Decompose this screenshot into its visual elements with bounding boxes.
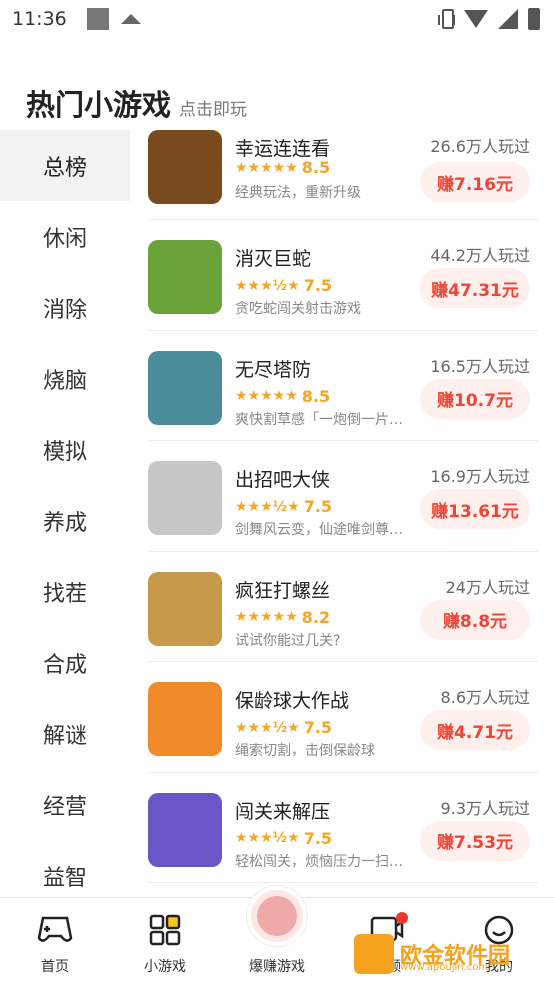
earn-button[interactable]: 赚4.71元 xyxy=(420,710,530,750)
star-icons: ★★★★★ xyxy=(235,159,298,176)
earn-button[interactable]: 赚8.8元 xyxy=(420,599,530,640)
sidebar-item-simulation[interactable]: 模拟 xyxy=(0,414,130,485)
game-thumbnail[interactable] xyxy=(148,571,222,646)
star-icons: ★★★½★ xyxy=(235,498,300,515)
game-rating: ★★★½★ 7.5 xyxy=(235,276,332,295)
star-icons: ★★★★★ xyxy=(235,609,298,625)
signal-icon xyxy=(498,9,518,29)
game-description: 绳索切割，击倒保龄球 xyxy=(235,743,375,759)
game-row[interactable]: 消灭巨蛇 ★★★½★ 7.5 贪吃蛇闯关射击游戏 44.2万人玩过 赚47.31元 xyxy=(148,220,538,331)
star-icons: ★★★½★ xyxy=(235,830,300,846)
tab-games-label: 小游戏 xyxy=(144,959,186,975)
star-icons: ★★★★★ xyxy=(235,388,298,404)
star-icons: ★★★½★ xyxy=(235,277,300,294)
game-thumbnail[interactable] xyxy=(148,461,222,535)
sidebar-item-puzzle[interactable]: 解谜 xyxy=(0,698,130,769)
game-row[interactable]: 出招吧大侠 ★★★½★ 7.5 剑舞风云变，仙途唯剑尊… 16.9万人玩过 赚13… xyxy=(148,441,538,552)
sidebar-item-raising[interactable]: 养成 xyxy=(0,485,130,556)
vibrate-icon xyxy=(438,9,455,29)
play-count: 8.6万人玩过 xyxy=(440,688,530,707)
rating-value: 7.5 xyxy=(303,276,333,295)
game-row[interactable]: 保龄球大作战 ★★★½★ 7.5 绳索切割，击倒保龄球 8.6万人玩过 赚4.71… xyxy=(148,662,538,773)
page-header: 热门小游戏 点击即玩 xyxy=(26,82,247,124)
game-rating: ★★★★★ 8.5 xyxy=(235,158,330,177)
sidebar-item-match[interactable]: 消除 xyxy=(0,272,130,343)
rating-value: 7.5 xyxy=(303,828,333,848)
play-count: 24万人玩过 xyxy=(445,577,530,597)
grid-icon xyxy=(149,914,181,946)
game-row[interactable]: 闯关来解压 ★★★½★ 7.5 轻松闯关，烦恼压力一扫… 9.3万人玩过 赚7.5… xyxy=(148,773,538,883)
earn-button[interactable]: 赚10.7元 xyxy=(420,378,530,419)
sidebar-item-casual[interactable]: 休闲 xyxy=(0,201,130,272)
tab-hot-label: 爆赚游戏 xyxy=(249,959,305,975)
game-row[interactable]: 幸运连连看 ★★★★★ 8.5 经典玩法，重新升级 26.6万人玩过 赚7.16元 xyxy=(148,130,538,220)
earn-button[interactable]: 赚13.61元 xyxy=(420,489,530,529)
page-subtitle: 点击即玩 xyxy=(179,100,248,120)
tab-home[interactable]: 首页 xyxy=(0,898,110,984)
game-thumbnail[interactable] xyxy=(148,792,222,867)
category-sidebar: 总榜 休闲 消除 烧脑 模拟 养成 找茬 合成 解谜 经营 益智 xyxy=(0,130,130,911)
play-count: 16.9万人玩过 xyxy=(430,467,530,486)
earn-button[interactable]: 赚47.31元 xyxy=(420,268,530,308)
rating-value: 8.2 xyxy=(301,607,331,627)
rating-value: 7.5 xyxy=(303,497,333,516)
battery-icon xyxy=(528,8,540,30)
play-count: 44.2万人玩过 xyxy=(430,246,530,265)
game-description: 轻松闯关，烦恼压力一扫… xyxy=(235,853,403,870)
game-name: 无尽塔防 xyxy=(235,358,312,381)
game-name: 疯狂打螺丝 xyxy=(235,579,331,602)
game-description: 爽快割草感「一炮倒一片… xyxy=(235,411,403,428)
game-rating: ★★★★★ 8.2 xyxy=(235,608,330,627)
game-description: 剑舞风云变，仙途唯剑尊… xyxy=(235,522,403,538)
game-thumbnail[interactable] xyxy=(148,350,222,425)
earn-button[interactable]: 赚7.16元 xyxy=(420,162,530,202)
game-list: 幸运连连看 ★★★★★ 8.5 经典玩法，重新升级 26.6万人玩过 赚7.16元… xyxy=(148,130,538,896)
tab-home-label: 首页 xyxy=(41,959,69,975)
rating-value: 8.5 xyxy=(301,158,331,177)
play-count: 26.6万人玩过 xyxy=(430,137,530,156)
tab-games[interactable]: 小游戏 xyxy=(110,898,220,984)
game-rating: ★★★½★ 7.5 xyxy=(235,497,332,516)
game-name: 保龄球大作战 xyxy=(235,690,350,712)
game-rating: ★★★½★ 7.5 xyxy=(235,718,332,737)
page-title: 热门小游戏 xyxy=(26,88,172,122)
rating-value: 8.5 xyxy=(301,386,331,406)
notification-icon xyxy=(86,8,109,30)
game-row[interactable]: 疯狂打螺丝 ★★★★★ 8.2 试试你能过几关? 24万人玩过 赚8.8元 xyxy=(148,552,538,662)
game-thumbnail[interactable] xyxy=(148,682,222,756)
notification-badge xyxy=(396,912,408,924)
status-bar: 11:36 xyxy=(0,0,554,38)
sidebar-item-management[interactable]: 经营 xyxy=(0,769,130,840)
star-icons: ★★★½★ xyxy=(235,719,300,736)
rating-value: 7.5 xyxy=(303,718,333,737)
wifi-icon xyxy=(464,10,488,28)
earn-button[interactable]: 赚7.53元 xyxy=(420,820,530,861)
sidebar-item-merge[interactable]: 合成 xyxy=(0,627,130,698)
game-row[interactable]: 无尽塔防 ★★★★★ 8.5 爽快割草感「一炮倒一片… 16.5万人玩过 赚10.… xyxy=(148,331,538,441)
game-description: 试试你能过几关? xyxy=(235,632,341,649)
notification-icon-2 xyxy=(120,14,141,24)
game-rating: ★★★★★ 8.5 xyxy=(235,387,330,406)
sidebar-item-brain[interactable]: 烧脑 xyxy=(0,343,130,414)
sidebar-item-total[interactable]: 总榜 xyxy=(0,130,130,201)
game-name: 消灭巨蛇 xyxy=(235,248,312,270)
watermark-logo-icon xyxy=(354,934,394,974)
game-description: 经典玩法，重新升级 xyxy=(235,185,361,201)
watermark: 欧金软件园 www.apoujin.com xyxy=(354,934,510,974)
game-name: 闯关来解压 xyxy=(235,800,331,823)
game-thumbnail[interactable] xyxy=(148,130,222,204)
game-rating: ★★★½★ 7.5 xyxy=(235,829,332,848)
gamepad-icon xyxy=(37,916,73,942)
status-icons xyxy=(438,8,540,30)
game-name: 幸运连连看 xyxy=(235,138,331,160)
watermark-url: www.apoujin.com xyxy=(400,962,489,973)
game-thumbnail[interactable] xyxy=(148,240,222,314)
play-count: 16.5万人玩过 xyxy=(430,356,530,376)
game-description: 贪吃蛇闯关射击游戏 xyxy=(235,301,361,317)
tab-hot[interactable]: 爆赚游戏 xyxy=(222,898,332,984)
game-name: 出招吧大侠 xyxy=(235,469,331,491)
sidebar-item-spot-difference[interactable]: 找茬 xyxy=(0,556,130,627)
status-time: 11:36 xyxy=(12,8,67,30)
play-count: 9.3万人玩过 xyxy=(440,798,530,818)
